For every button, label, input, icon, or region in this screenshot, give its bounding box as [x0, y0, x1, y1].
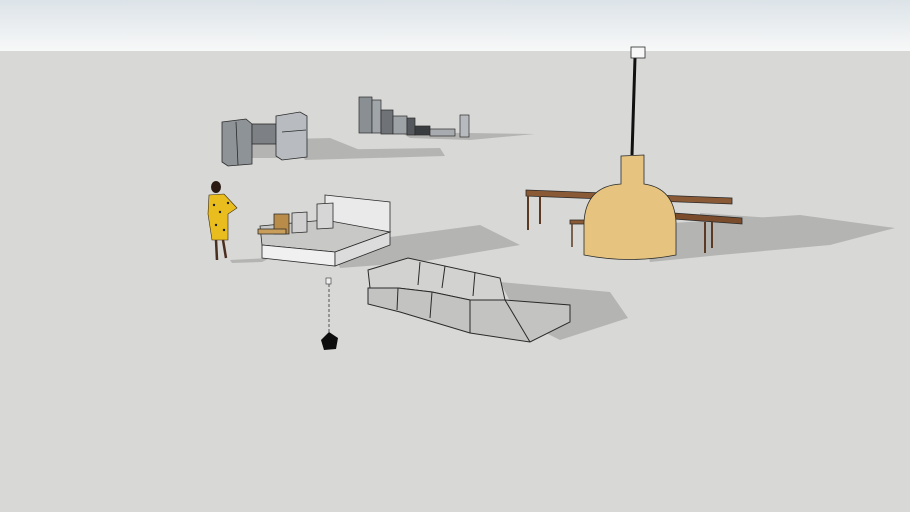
sketchup-viewport[interactable]: [0, 0, 910, 512]
3d-scene[interactable]: [0, 0, 910, 512]
sky: [0, 0, 910, 51]
